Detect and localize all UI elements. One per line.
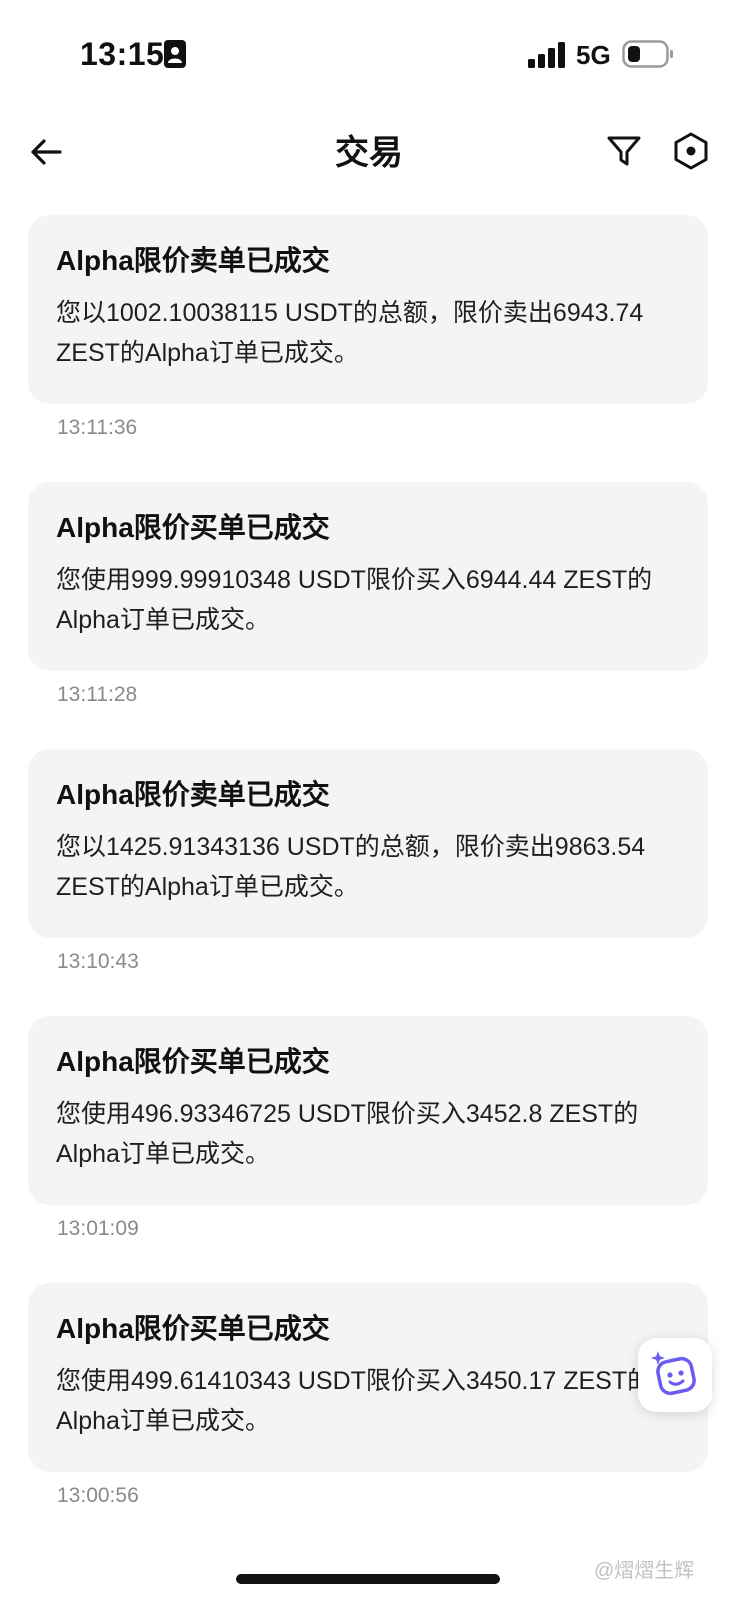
watermark: @熠熠生辉: [594, 1560, 695, 1582]
settings-hex-icon[interactable]: [670, 130, 712, 172]
notification-card[interactable]: Alpha限价卖单已成交 您以1002.10038115 USDT的总额，限价卖…: [28, 215, 708, 404]
home-indicator[interactable]: [236, 1574, 500, 1584]
notification-item: Alpha限价卖单已成交 您以1425.91343136 USDT的总额，限价卖…: [28, 749, 708, 1016]
notification-item: Alpha限价买单已成交 您使用496.93346725 USDT限价买入345…: [28, 1016, 708, 1283]
contact-card-icon: [164, 40, 186, 68]
header: 交易: [0, 112, 738, 192]
notification-time: 13:11:36: [57, 416, 138, 439]
notification-item: Alpha限价买单已成交 您使用999.99910348 USDT限价买入694…: [28, 482, 708, 749]
notification-card[interactable]: Alpha限价买单已成交 您使用496.93346725 USDT限价买入345…: [28, 1016, 708, 1205]
notification-time: 13:10:43: [57, 950, 139, 973]
notification-body: 您使用999.99910348 USDT限价买入6944.44 ZEST的Alp…: [56, 566, 653, 634]
signal-icon: [528, 42, 565, 68]
notification-item: Alpha限价买单已成交 您使用499.61410343 USDT限价买入345…: [28, 1283, 708, 1550]
notification-body: 您以1002.10038115 USDT的总额，限价卖出6943.74 ZEST…: [56, 299, 644, 367]
notification-card[interactable]: Alpha限价卖单已成交 您以1425.91343136 USDT的总额，限价卖…: [28, 749, 708, 938]
notification-body: 您使用499.61410343 USDT限价买入3450.17 ZEST的Alp…: [56, 1367, 653, 1435]
network-type: 5G: [576, 40, 611, 70]
notification-title: Alpha限价卖单已成交: [56, 779, 330, 810]
notification-body: 您使用496.93346725 USDT限价买入3452.8 ZEST的Alph…: [56, 1100, 639, 1168]
notification-title: Alpha限价买单已成交: [56, 1046, 330, 1077]
notification-card[interactable]: Alpha限价买单已成交 您使用999.99910348 USDT限价买入694…: [28, 482, 708, 671]
notification-time: 13:11:28: [57, 683, 138, 706]
notification-body: 您以1425.91343136 USDT的总额，限价卖出9863.54 ZEST…: [56, 833, 646, 901]
notification-list: Alpha限价卖单已成交 您以1002.10038115 USDT的总额，限价卖…: [28, 215, 708, 1550]
status-time: 13:15: [80, 36, 165, 72]
notification-card[interactable]: Alpha限价买单已成交 您使用499.61410343 USDT限价买入345…: [28, 1283, 708, 1472]
status-bar: 13:15 5G: [0, 0, 738, 108]
ai-assistant-button[interactable]: [638, 1338, 712, 1412]
notification-time: 13:01:09: [57, 1217, 139, 1240]
notification-item: Alpha限价卖单已成交 您以1002.10038115 USDT的总额，限价卖…: [28, 215, 708, 482]
notification-title: Alpha限价买单已成交: [56, 1313, 330, 1344]
notification-title: Alpha限价卖单已成交: [56, 245, 330, 276]
battery-icon: [622, 40, 673, 68]
notification-title: Alpha限价买单已成交: [56, 512, 330, 543]
notification-time: 13:00:56: [57, 1484, 139, 1507]
filter-icon[interactable]: [604, 130, 644, 172]
ai-assistant-face-icon: [651, 1351, 696, 1396]
